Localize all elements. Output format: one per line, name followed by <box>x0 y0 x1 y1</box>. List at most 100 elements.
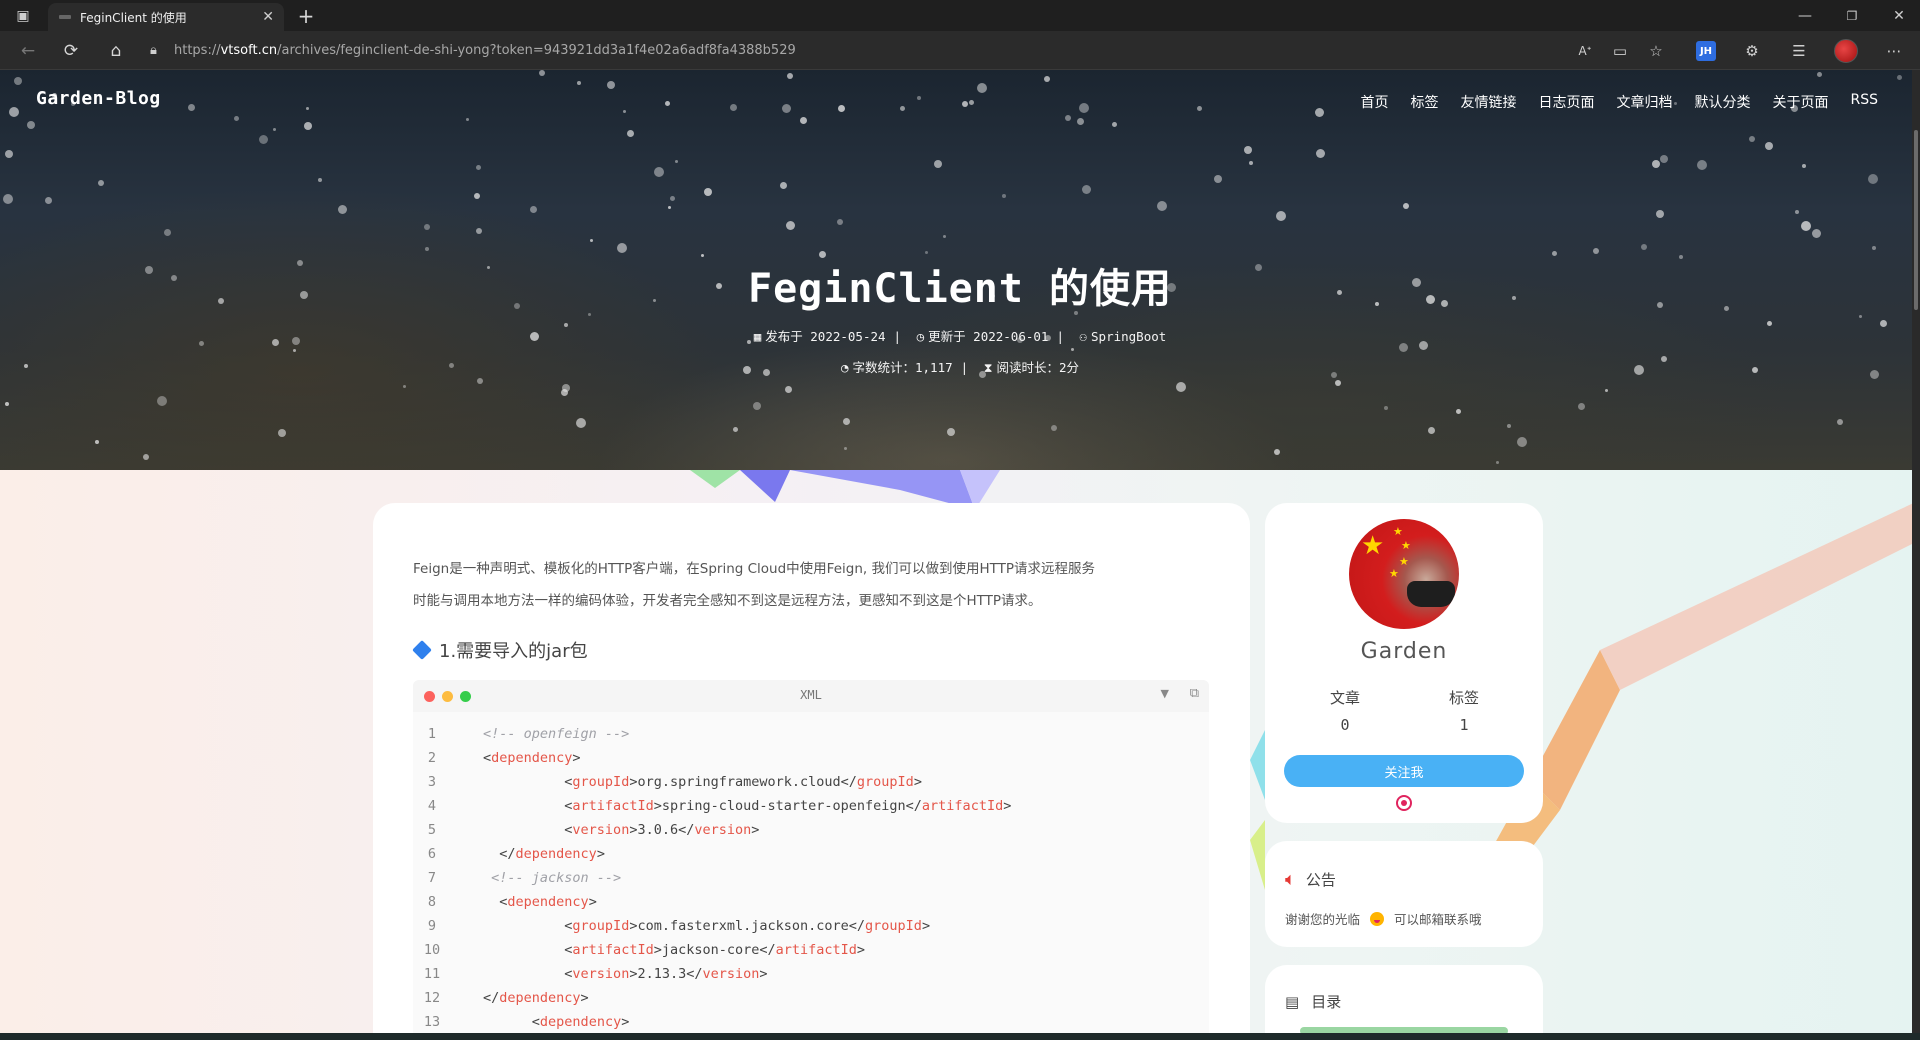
favorites-icon[interactable]: ☰ <box>1785 37 1813 65</box>
code-language: XML <box>800 688 822 702</box>
nav-links[interactable]: 友情链接 <box>1460 92 1516 112</box>
code-token: >com.fasterxml.jackson.core</ <box>629 918 866 934</box>
browser-tab[interactable]: FeginClient 的使用 ✕ <box>48 3 284 31</box>
emoji-icon <box>1370 912 1385 926</box>
line-number: 2 <box>427 750 437 766</box>
snow-dot <box>1507 424 1511 428</box>
address-bar[interactable]: 🔒︎ https://vtsoft.cn/archives/feginclien… <box>150 35 1690 65</box>
snow-dot <box>1859 315 1862 318</box>
snow-dot <box>1428 427 1435 434</box>
stat-articles[interactable]: 文章 0 <box>1305 687 1385 734</box>
code-text: <groupId>org.springframework.cloud</grou… <box>451 770 922 794</box>
extension-jh-icon[interactable]: JH <box>1696 41 1716 61</box>
snow-dot <box>539 70 545 76</box>
nav-home[interactable]: 首页 <box>1360 92 1388 112</box>
line-number: 10 <box>423 942 441 958</box>
code-line: 13 <dependency> <box>413 1010 1209 1034</box>
document-icon: ▤ <box>1285 992 1300 1011</box>
toc-title-text: 目录 <box>1311 993 1342 1011</box>
browser-toolbar: ← ⟳ ⌂ 🔒︎ https://vtsoft.cn/archives/fegi… <box>0 31 1920 70</box>
snow-dot <box>234 116 239 121</box>
line-number: 4 <box>427 798 437 814</box>
favorite-add-icon[interactable]: ☆ <box>1642 37 1670 65</box>
code-text: <dependency> <box>451 746 581 770</box>
restore-icon[interactable]: ❐ <box>1835 0 1869 31</box>
line-number: 13 <box>423 1014 441 1030</box>
nav-category[interactable]: 默认分类 <box>1694 92 1750 112</box>
nav-journals[interactable]: 日志页面 <box>1538 92 1594 112</box>
back-icon[interactable]: ← <box>14 37 42 65</box>
snow-dot <box>843 418 850 425</box>
code-token: >3.0.6</ <box>629 822 695 838</box>
snow-dot <box>1316 149 1325 158</box>
window-close-icon[interactable]: ✕ <box>1882 0 1916 31</box>
snow-dot <box>1749 136 1755 142</box>
snow-dot <box>1593 248 1599 254</box>
minimize-icon[interactable]: — <box>1788 0 1822 31</box>
scrollbar-thumb[interactable] <box>1914 130 1918 310</box>
flag-star-icon: ★ <box>1361 531 1385 561</box>
snow-dot <box>466 118 469 121</box>
snow-dot <box>844 447 847 450</box>
browser-tab-strip: ▣ FeginClient 的使用 ✕ + — ❐ ✕ <box>0 0 1920 31</box>
code-tag-name: dependency <box>491 750 573 766</box>
snow-dot <box>1274 449 1280 455</box>
nav-rss[interactable]: RSS <box>1850 92 1878 112</box>
copy-icon[interactable]: ⧉ <box>1190 686 1199 701</box>
snow-dot <box>1652 160 1660 168</box>
post-header-banner: Garden-Blog 首页 标签 友情链接 日志页面 文章归档 默认分类 关于… <box>0 70 1920 470</box>
read-aloud-icon[interactable]: Aᐩ <box>1571 37 1599 65</box>
code-tag-name: artifactId <box>775 942 857 958</box>
stat-label: 文章 <box>1329 689 1360 707</box>
face-mask <box>1407 581 1455 607</box>
code-text: <version>2.13.3</version> <box>451 962 767 986</box>
line-number: 8 <box>427 894 437 910</box>
word-count: 字数统计：1,117 <box>852 360 953 375</box>
follow-button[interactable]: 关注我 <box>1284 755 1524 787</box>
snow-dot <box>14 77 22 85</box>
nav-archives[interactable]: 文章归档 <box>1616 92 1672 112</box>
refresh-icon[interactable]: ⟳ <box>57 37 85 65</box>
history-icon: ◷ <box>916 329 925 344</box>
page-scrollbar[interactable] <box>1912 70 1920 1033</box>
extensions-icon[interactable]: ⚙ <box>1738 37 1766 65</box>
snow-dot <box>900 106 905 111</box>
nav-tags[interactable]: 标签 <box>1410 92 1438 112</box>
nav-about[interactable]: 关于页面 <box>1772 92 1828 112</box>
post-meta-stats: ◔ 字数统计：1,117 | ⧗ 阅读时长：2分 <box>840 360 1080 375</box>
snow-dot <box>143 454 149 460</box>
announcement-text-a: 谢谢您的光临 <box>1285 912 1361 927</box>
post-category[interactable]: SpringBoot <box>1091 329 1166 344</box>
home-icon[interactable]: ⌂ <box>102 37 130 65</box>
snow-dot <box>1051 425 1057 431</box>
new-tab-icon[interactable]: + <box>292 3 320 29</box>
snow-dot <box>561 389 568 396</box>
snow-dot <box>785 386 792 393</box>
tab-close-icon[interactable]: ✕ <box>262 9 274 25</box>
social-target-icon[interactable] <box>1396 795 1412 811</box>
snow-dot <box>675 160 678 163</box>
code-token: < <box>483 750 492 766</box>
post-intro: Feign是一种声明式、模板化的HTTP客户端，在Spring Cloud中使用… <box>413 553 1213 617</box>
updated-date: 2022-06-01 <box>973 329 1049 344</box>
more-icon[interactable]: ⋯ <box>1880 37 1908 65</box>
code-block: XML ▼ ⧉ 1 <!-- openfeign --> 2 <dependency>… <box>413 680 1209 1040</box>
profile-avatar[interactable] <box>1834 39 1858 63</box>
immersive-reader-icon[interactable]: ▭ <box>1606 37 1634 65</box>
lock-icon[interactable]: 🔒︎ <box>150 43 164 58</box>
code-token: > <box>751 822 760 838</box>
snow-dot <box>943 235 946 238</box>
code-text: </dependency> <box>451 842 605 866</box>
snow-dot <box>530 206 537 213</box>
code-text: <dependency> <box>451 890 597 914</box>
code-token: > <box>588 894 597 910</box>
tab-actions-icon[interactable]: ▣ <box>6 0 40 31</box>
blog-name-link[interactable]: Garden-Blog <box>36 88 161 109</box>
url-path: /archives/feginclient-de-shi-yong?token=… <box>277 42 796 58</box>
stat-tags[interactable]: 标签 1 <box>1424 687 1504 734</box>
article-card: Feign是一种声明式、模板化的HTTP客户端，在Spring Cloud中使用… <box>373 503 1250 1040</box>
collapse-chevron-icon[interactable]: ▼ <box>1161 687 1169 700</box>
code-text: <artifactId>spring-cloud-starter-openfei… <box>451 794 1011 818</box>
